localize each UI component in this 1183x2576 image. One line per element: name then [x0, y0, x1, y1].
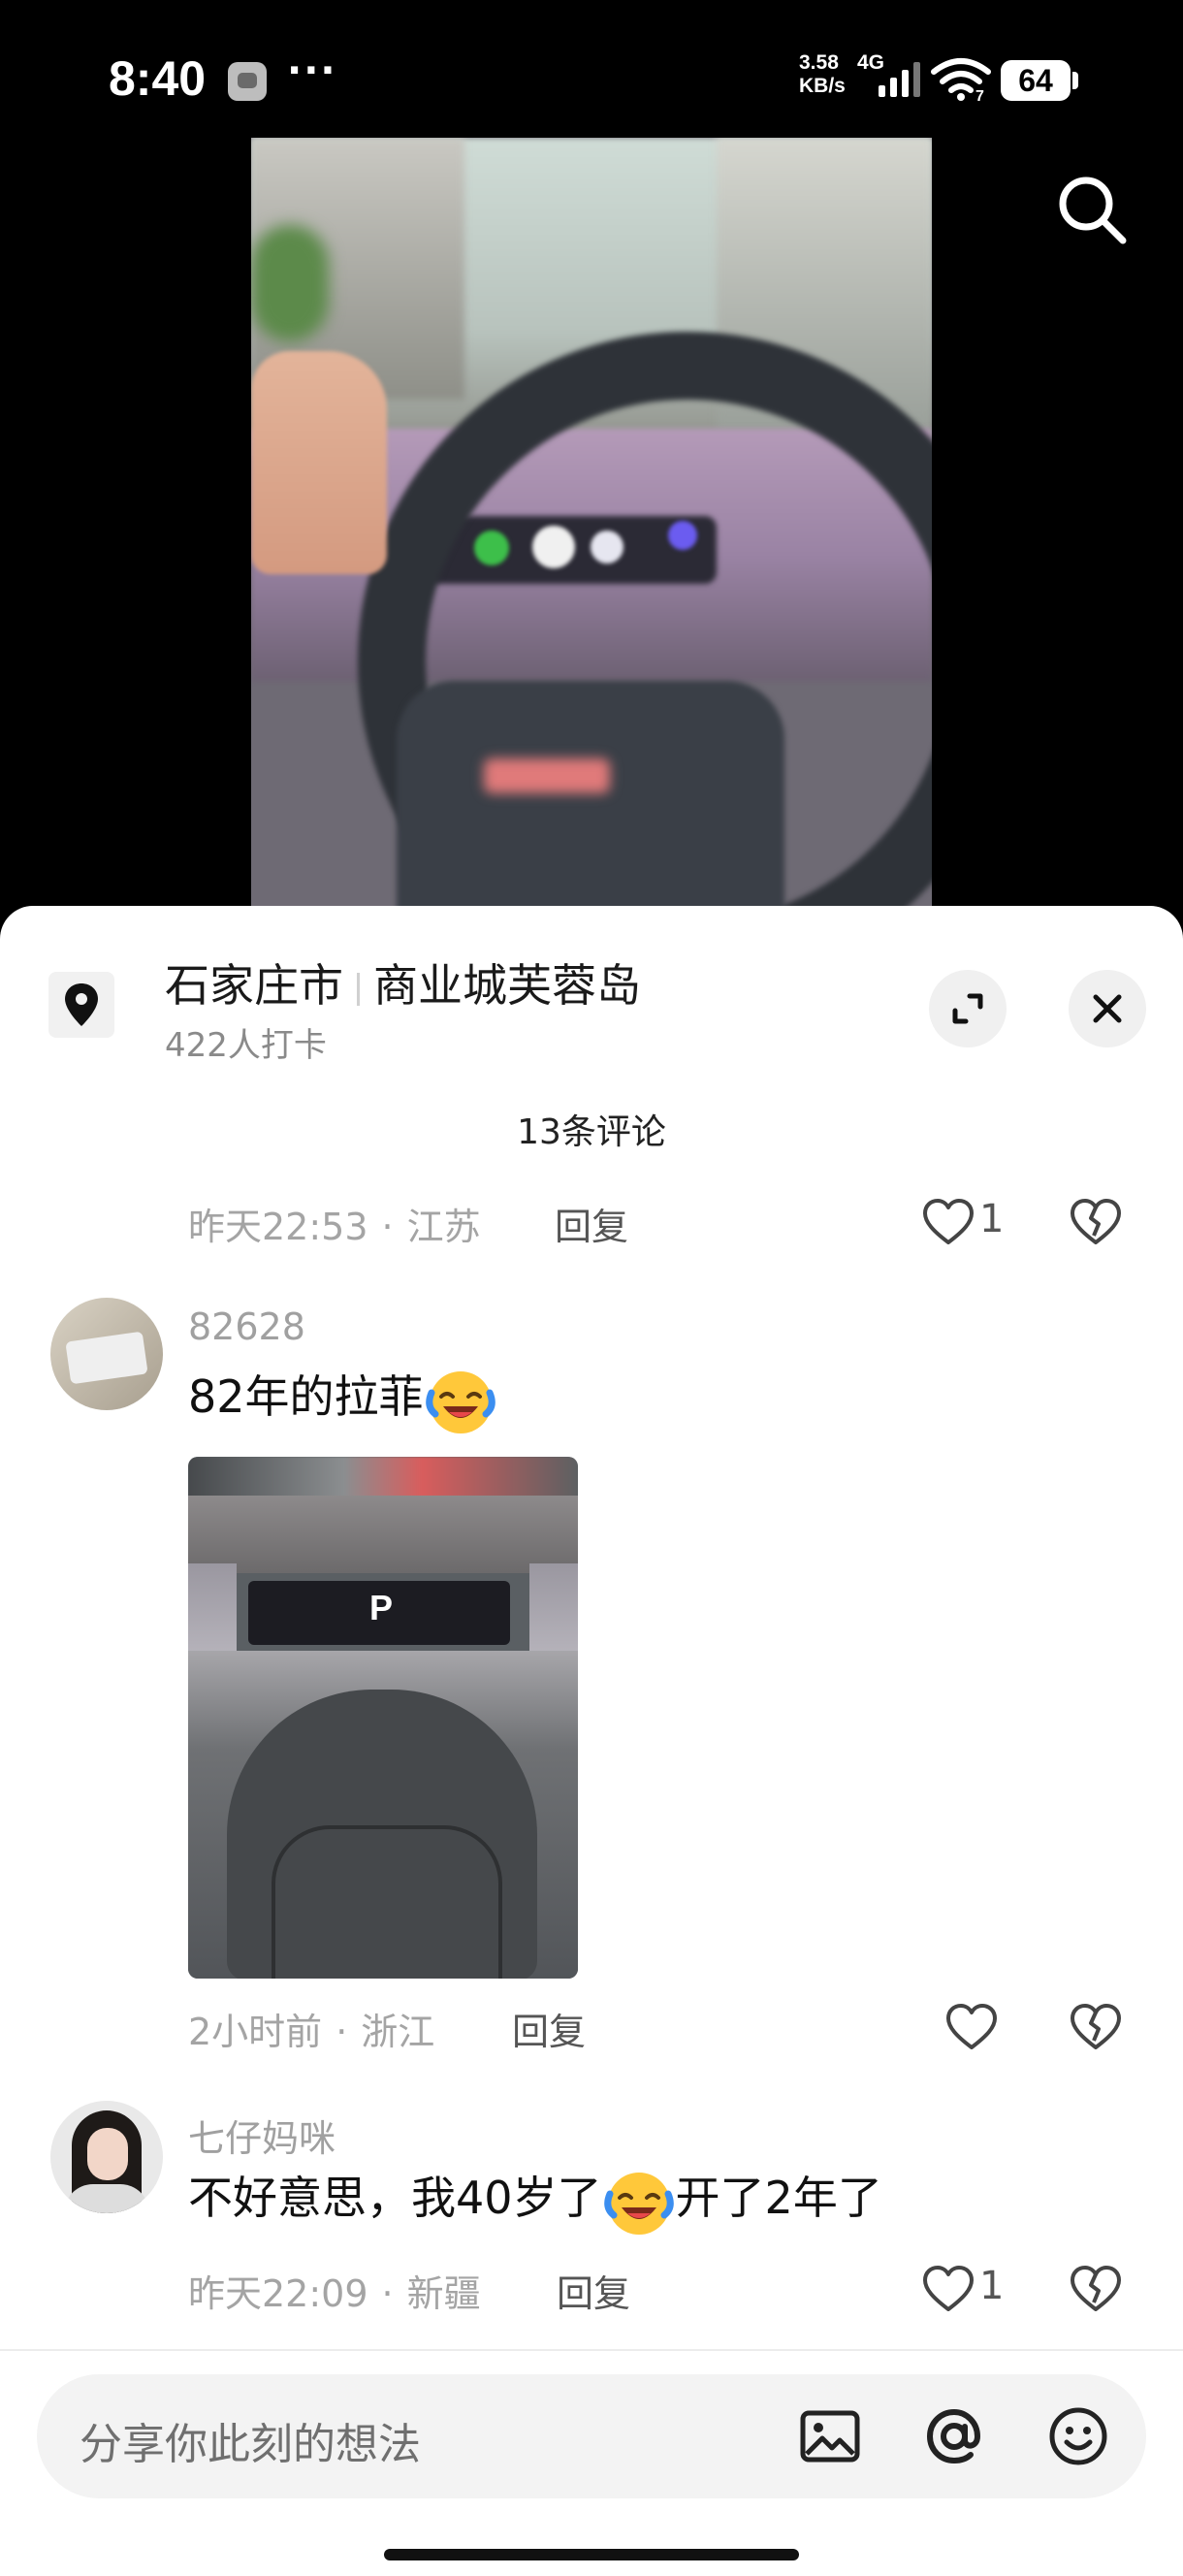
video-scene-logo — [484, 758, 610, 793]
comment-sheet: 石家庄市 商业城芙蓉岛 422人打卡 13条评论 昨天22:53 · 江苏 回复 1 … — [0, 906, 1183, 2576]
comment-text: 82年的拉菲 — [188, 1362, 497, 1437]
broken-heart-icon[interactable] — [1069, 1197, 1123, 1247]
comment-time: 2小时前 — [188, 2011, 323, 2053]
broken-heart-icon[interactable] — [1069, 2264, 1123, 2314]
location-title[interactable]: 石家庄市 商业城芙蓉岛 — [165, 950, 641, 1014]
comment-input[interactable]: 分享你此刻的想法 — [80, 2409, 421, 2471]
comment-text-body: 82年的拉菲 — [188, 1370, 424, 1423]
comment-time: 昨天22:09 — [188, 2272, 368, 2315]
battery-tip — [1072, 72, 1078, 89]
comment-region: 新疆 — [406, 2272, 481, 2315]
comment-text-body: 不好意思，我40岁了 — [188, 2172, 602, 2224]
video-scene-hand — [251, 351, 387, 574]
reply-button[interactable]: 回复 — [555, 1197, 628, 1250]
image-scene-visor — [188, 1496, 578, 1573]
reply-button[interactable]: 回复 — [557, 2264, 630, 2317]
search-icon[interactable] — [1053, 171, 1131, 248]
network-speed: 3.58 KB/s — [799, 51, 846, 98]
comment-image[interactable]: P — [188, 1457, 578, 1979]
location-pin-icon — [48, 972, 114, 1038]
battery-indicator: 64 — [1001, 60, 1071, 101]
at-icon[interactable] — [921, 2403, 987, 2469]
reply-button[interactable]: 回复 — [512, 2002, 586, 2055]
video-scene-tree — [251, 225, 329, 341]
signal-icon — [879, 62, 920, 97]
comment-text: 不好意思，我40岁了 开了2年了 — [188, 2163, 882, 2238]
crying-laughing-emoji-icon — [425, 1370, 496, 1433]
network-speed-unit: KB/s — [799, 75, 846, 97]
meta-dot: · — [381, 1206, 394, 1248]
status-bar: 8:40 ··· 3.58 KB/s 4G 7 64 — [0, 0, 1183, 155]
comment-region: 浙江 — [361, 2011, 435, 2053]
location-city: 石家庄市 — [165, 959, 343, 1012]
like-count: 1 — [979, 1197, 1005, 1241]
comment-username[interactable]: 82628 — [188, 1305, 305, 1348]
heart-icon[interactable] — [921, 2264, 975, 2314]
comment-region: 江苏 — [406, 1206, 481, 1248]
heart-icon[interactable] — [944, 2002, 999, 2052]
emoji-icon[interactable] — [1045, 2403, 1111, 2469]
comment-count: 13条评论 — [517, 1112, 666, 1152]
wifi-icon: 7 — [931, 58, 991, 103]
meta-dot: · — [381, 2272, 394, 2315]
close-button[interactable] — [1069, 970, 1146, 1047]
video-player[interactable] — [251, 138, 932, 914]
wifi-label: 7 — [975, 88, 984, 103]
comment-text-body: 开了2年了 — [675, 2172, 882, 2224]
image-icon[interactable] — [797, 2403, 863, 2469]
location-separator — [357, 972, 360, 1006]
video-scene-wheel-hub — [397, 681, 784, 914]
crying-laughing-emoji-icon — [603, 2172, 674, 2235]
divider — [0, 2349, 1183, 2351]
comment-username[interactable]: 七仔妈咪 — [188, 2109, 336, 2162]
home-indicator[interactable] — [384, 2549, 799, 2560]
broken-heart-icon[interactable] — [1069, 2002, 1123, 2052]
like-count: 1 — [979, 2264, 1005, 2308]
expand-icon — [952, 993, 983, 1024]
comment-input-bar[interactable]: 分享你此刻的想法 — [37, 2374, 1146, 2498]
comment-meta: 昨天22:09 · 新疆 — [188, 2264, 481, 2317]
network-speed-value: 3.58 — [799, 51, 839, 74]
meta-dot: · — [336, 2011, 348, 2053]
app-notification-icon — [228, 62, 267, 101]
status-time: 8:40 — [109, 51, 207, 106]
image-scene-gear-indicator: P — [368, 1588, 393, 1627]
avatar[interactable] — [50, 1298, 163, 1410]
checkin-count: 422人打卡 — [165, 1026, 327, 1065]
comment-time: 昨天22:53 — [188, 1206, 368, 1248]
more-notifications-icon: ··· — [287, 48, 337, 93]
avatar-face — [87, 2128, 128, 2180]
expand-button[interactable] — [929, 970, 1007, 1047]
comment-meta: 昨天22:53 · 江苏 — [188, 1197, 481, 1250]
avatar[interactable] — [50, 2101, 163, 2213]
image-scene-wheel-rim — [272, 1825, 502, 1979]
avatar-body — [64, 2184, 149, 2213]
heart-icon[interactable] — [921, 1197, 975, 1247]
comment-meta: 2小时前 · 浙江 — [188, 2002, 434, 2055]
close-icon — [1093, 994, 1122, 1023]
location-name: 商业城芙蓉岛 — [373, 959, 641, 1012]
